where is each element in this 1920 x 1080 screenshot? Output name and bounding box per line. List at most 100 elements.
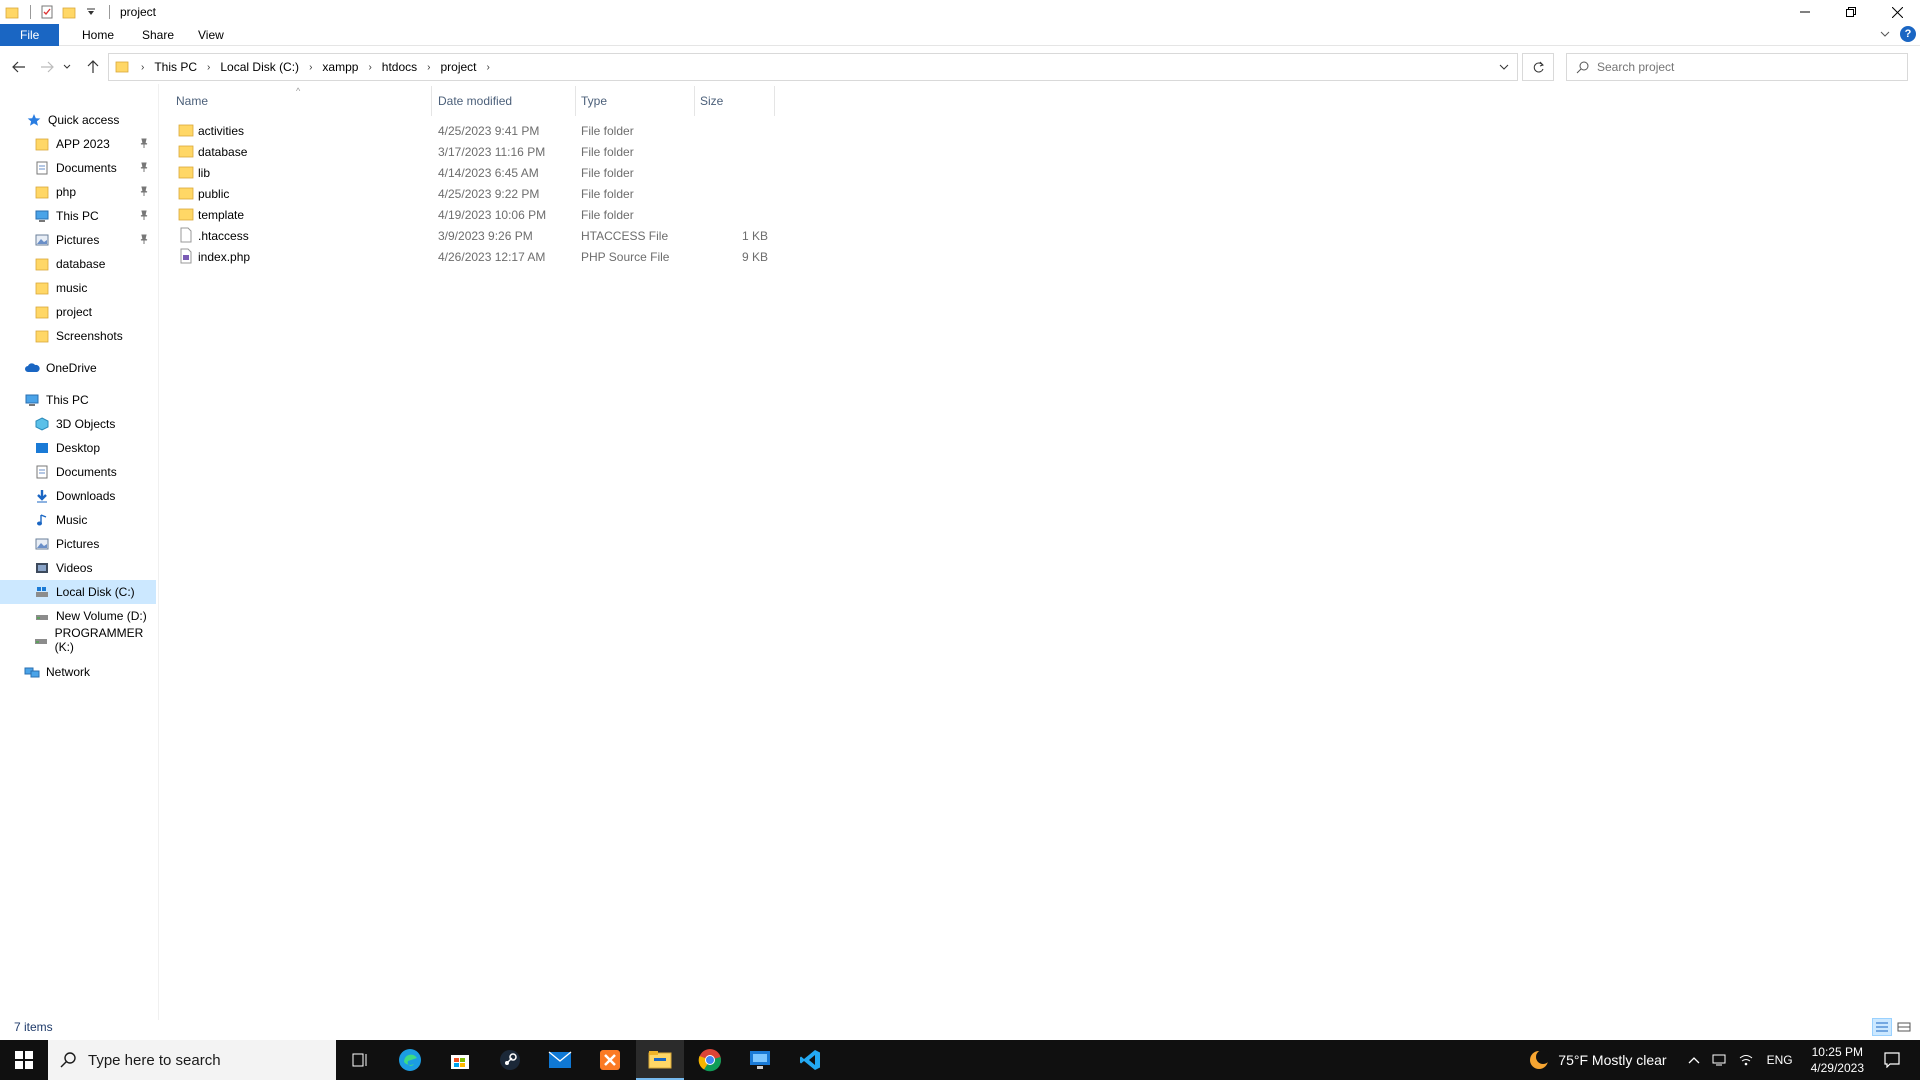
customize-toolbar-icon[interactable] xyxy=(83,4,99,20)
refresh-button[interactable] xyxy=(1522,53,1554,81)
start-button[interactable] xyxy=(0,1040,48,1080)
nav-item-pictures-pc[interactable]: Pictures xyxy=(0,532,156,556)
nav-item-project[interactable]: project xyxy=(0,300,156,324)
nav-item-documents[interactable]: Documents xyxy=(0,156,156,180)
steam-icon[interactable] xyxy=(486,1040,534,1080)
tab-home[interactable]: Home xyxy=(70,24,126,46)
forward-button[interactable] xyxy=(36,56,58,78)
new-folder-icon[interactable] xyxy=(61,4,77,20)
nav-item-videos[interactable]: Videos xyxy=(0,556,156,580)
restore-button[interactable] xyxy=(1828,0,1874,24)
help-icon[interactable]: ? xyxy=(1900,26,1916,42)
nav-item-new-volume-d[interactable]: New Volume (D:) xyxy=(0,604,156,628)
file-row-htaccess[interactable]: .htaccess 3/9/2023 9:26 PM HTACCESS File… xyxy=(160,225,780,246)
nav-item-3d-objects[interactable]: 3D Objects xyxy=(0,412,156,436)
show-hidden-icons-icon[interactable] xyxy=(1683,1056,1705,1064)
edge-icon[interactable] xyxy=(386,1040,434,1080)
chevron-right-icon[interactable]: › xyxy=(479,62,498,73)
back-button[interactable] xyxy=(8,56,30,78)
taskbar-search[interactable]: Type here to search xyxy=(48,1040,336,1080)
nav-item-music[interactable]: music xyxy=(0,276,156,300)
file-row-template[interactable]: template 4/19/2023 10:06 PM File folder xyxy=(160,204,780,225)
tab-file[interactable]: File xyxy=(0,24,60,46)
clock-date: 4/29/2023 xyxy=(1810,1061,1864,1075)
column-name[interactable]: Name xyxy=(160,86,432,116)
search-box[interactable] xyxy=(1566,53,1908,81)
nav-item-music-pc[interactable]: Music xyxy=(0,508,156,532)
pin-icon[interactable] xyxy=(138,209,150,221)
close-button[interactable] xyxy=(1874,0,1920,24)
file-row-public[interactable]: public 4/25/2023 9:22 PM File folder xyxy=(160,183,780,204)
nav-item-local-disk-c[interactable]: Local Disk (C:) xyxy=(0,580,156,604)
xampp-icon[interactable] xyxy=(586,1040,634,1080)
recent-locations-button[interactable] xyxy=(60,56,74,78)
chevron-right-icon[interactable]: › xyxy=(199,62,218,73)
nav-quick-access[interactable]: Quick access xyxy=(0,108,156,132)
minimize-button[interactable] xyxy=(1782,0,1828,24)
breadcrumb-htdocs[interactable]: htdocs xyxy=(380,60,419,74)
address-bar[interactable]: › This PC › Local Disk (C:) › xampp › ht… xyxy=(108,53,1518,81)
nav-onedrive[interactable]: OneDrive xyxy=(0,356,156,380)
file-row-database[interactable]: database 3/17/2023 11:16 PM File folder xyxy=(160,141,780,162)
nav-label: database xyxy=(56,257,106,271)
file-explorer-icon[interactable] xyxy=(636,1040,684,1080)
up-button[interactable] xyxy=(82,56,104,78)
folder-icon xyxy=(178,122,194,138)
tab-view[interactable]: View xyxy=(186,24,236,46)
folder-icon xyxy=(34,136,50,152)
nav-item-downloads[interactable]: Downloads xyxy=(0,484,156,508)
mail-icon[interactable] xyxy=(536,1040,584,1080)
vscode-icon[interactable] xyxy=(786,1040,834,1080)
network-icon[interactable] xyxy=(1709,1053,1731,1067)
column-size[interactable]: Size xyxy=(684,86,764,116)
pane-splitter[interactable] xyxy=(158,84,159,1020)
expand-ribbon-icon[interactable] xyxy=(1880,27,1890,41)
tab-share[interactable]: Share xyxy=(130,24,186,46)
breadcrumb-this-pc[interactable]: This PC xyxy=(152,60,199,74)
chevron-right-icon[interactable]: › xyxy=(133,62,152,73)
nav-this-pc[interactable]: This PC xyxy=(0,388,156,412)
remote-desktop-icon[interactable] xyxy=(736,1040,784,1080)
properties-icon[interactable] xyxy=(39,4,55,20)
nav-item-desktop[interactable]: Desktop xyxy=(0,436,156,460)
file-row-activities[interactable]: activities 4/25/2023 9:41 PM File folder xyxy=(160,120,780,141)
address-dropdown-icon[interactable] xyxy=(1491,54,1517,80)
nav-item-programmer-k[interactable]: PROGRAMMER (K:) xyxy=(0,626,156,654)
breadcrumb-project[interactable]: project xyxy=(438,60,478,74)
nav-item-this-pc-pinned[interactable]: This PC xyxy=(0,204,156,228)
large-icons-view-icon[interactable] xyxy=(1894,1018,1914,1036)
notifications-icon[interactable] xyxy=(1878,1052,1906,1068)
nav-item-documents-pc[interactable]: Documents xyxy=(0,460,156,484)
nav-network[interactable]: Network xyxy=(0,660,156,684)
input-language[interactable]: ENG xyxy=(1767,1053,1793,1067)
pin-icon[interactable] xyxy=(138,137,150,149)
search-input[interactable] xyxy=(1597,60,1887,74)
pin-icon[interactable] xyxy=(138,233,150,245)
chrome-icon[interactable] xyxy=(686,1040,734,1080)
nav-item-database[interactable]: database xyxy=(0,252,156,276)
folder-icon xyxy=(111,61,133,73)
chevron-right-icon[interactable]: › xyxy=(301,62,320,73)
nav-item-pictures-pinned[interactable]: Pictures xyxy=(0,228,156,252)
chevron-right-icon[interactable]: › xyxy=(419,62,438,73)
weather-widget[interactable]: 75°F Mostly clear xyxy=(1528,1049,1667,1071)
nav-item-app-2023[interactable]: APP 2023 xyxy=(0,132,156,156)
breadcrumb-local-disk[interactable]: Local Disk (C:) xyxy=(218,60,301,74)
breadcrumb-xampp[interactable]: xampp xyxy=(320,60,360,74)
chevron-right-icon[interactable]: › xyxy=(360,62,379,73)
clock[interactable]: 10:25 PM 4/29/2023 xyxy=(1811,1044,1864,1076)
wifi-icon[interactable] xyxy=(1735,1053,1757,1067)
store-icon[interactable] xyxy=(436,1040,484,1080)
pin-icon[interactable] xyxy=(138,161,150,173)
column-date-modified[interactable]: Date modified xyxy=(422,86,566,116)
task-view-icon[interactable] xyxy=(336,1040,384,1080)
folder-icon xyxy=(34,328,50,344)
column-divider[interactable] xyxy=(774,86,775,116)
details-view-icon[interactable] xyxy=(1872,1018,1892,1036)
column-type[interactable]: Type xyxy=(565,86,685,116)
nav-item-screenshots[interactable]: Screenshots xyxy=(0,324,156,348)
file-row-lib[interactable]: lib 4/14/2023 6:45 AM File folder xyxy=(160,162,780,183)
nav-item-php[interactable]: php xyxy=(0,180,156,204)
file-row-index-php[interactable]: index.php 4/26/2023 12:17 AM PHP Source … xyxy=(160,246,780,267)
pin-icon[interactable] xyxy=(138,185,150,197)
